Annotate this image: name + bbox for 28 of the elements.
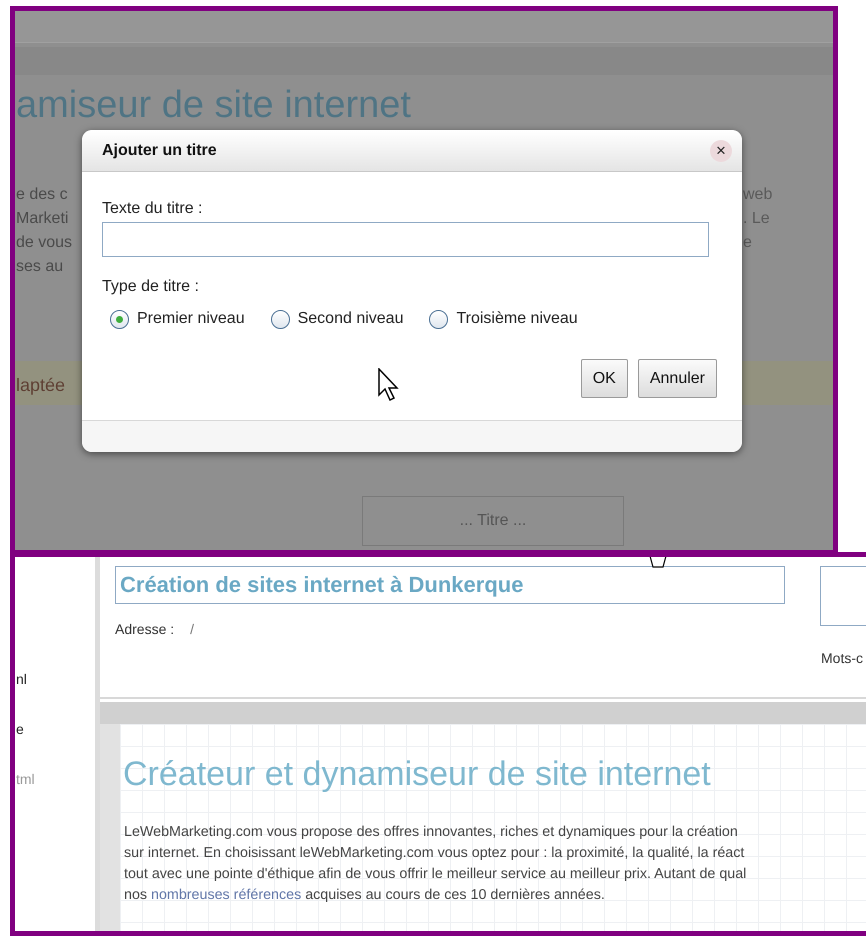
close-button[interactable]: × [710, 140, 732, 162]
radio-option[interactable]: Troisième niveau [429, 307, 578, 331]
field-label: Texte du titre : [102, 199, 204, 219]
radio-option[interactable]: Premier niveau [110, 307, 245, 331]
radio-button[interactable] [110, 310, 129, 328]
title-input[interactable] [102, 222, 709, 257]
radio-button[interactable] [429, 310, 448, 328]
dialog-button[interactable]: Annuler [638, 359, 717, 398]
paragraph-fragment: de vous [16, 233, 72, 253]
field-label: Type de titre : [102, 277, 200, 297]
heading-text: amiseur de site internet [16, 83, 411, 127]
content-heading: Créateur et dynamiseur de site internet [123, 754, 711, 794]
paragraph-fragment: ses au [16, 257, 64, 277]
notice-text: laptée [16, 374, 66, 397]
sidebar-item[interactable]: e [16, 719, 24, 740]
keywords-label: Mots-c [821, 649, 863, 668]
address-value: / [190, 620, 194, 639]
paragraph-fragment: e des c [16, 185, 68, 205]
sidebar-item[interactable]: nl [16, 669, 27, 690]
radio-button[interactable] [270, 310, 290, 328]
keywords-field[interactable] [820, 566, 866, 626]
dialog-button[interactable]: OK [580, 359, 628, 398]
radio-option[interactable]: Second niveau [270, 307, 404, 331]
address-label: Adresse : [115, 620, 174, 639]
dialog-title: Ajouter un titre [102, 140, 217, 160]
references-link[interactable]: nombreuses références [151, 887, 302, 903]
paragraph-fragment: Marketi [16, 209, 68, 229]
content-paragraph: LeWebMarketing.com vous propose des offres innovantes, riches et dynamiques pour la création sur internet. En choisissant leWebMarketing.com vous optez pour : la proximité, la qualité, la réact tout avec une pointe d'éthique afin de vous offrir le meilleur service au meilleur prix. Autant de qual nos nombreuses références acquises au cours de ces 10 dernières années. [124, 823, 746, 905]
